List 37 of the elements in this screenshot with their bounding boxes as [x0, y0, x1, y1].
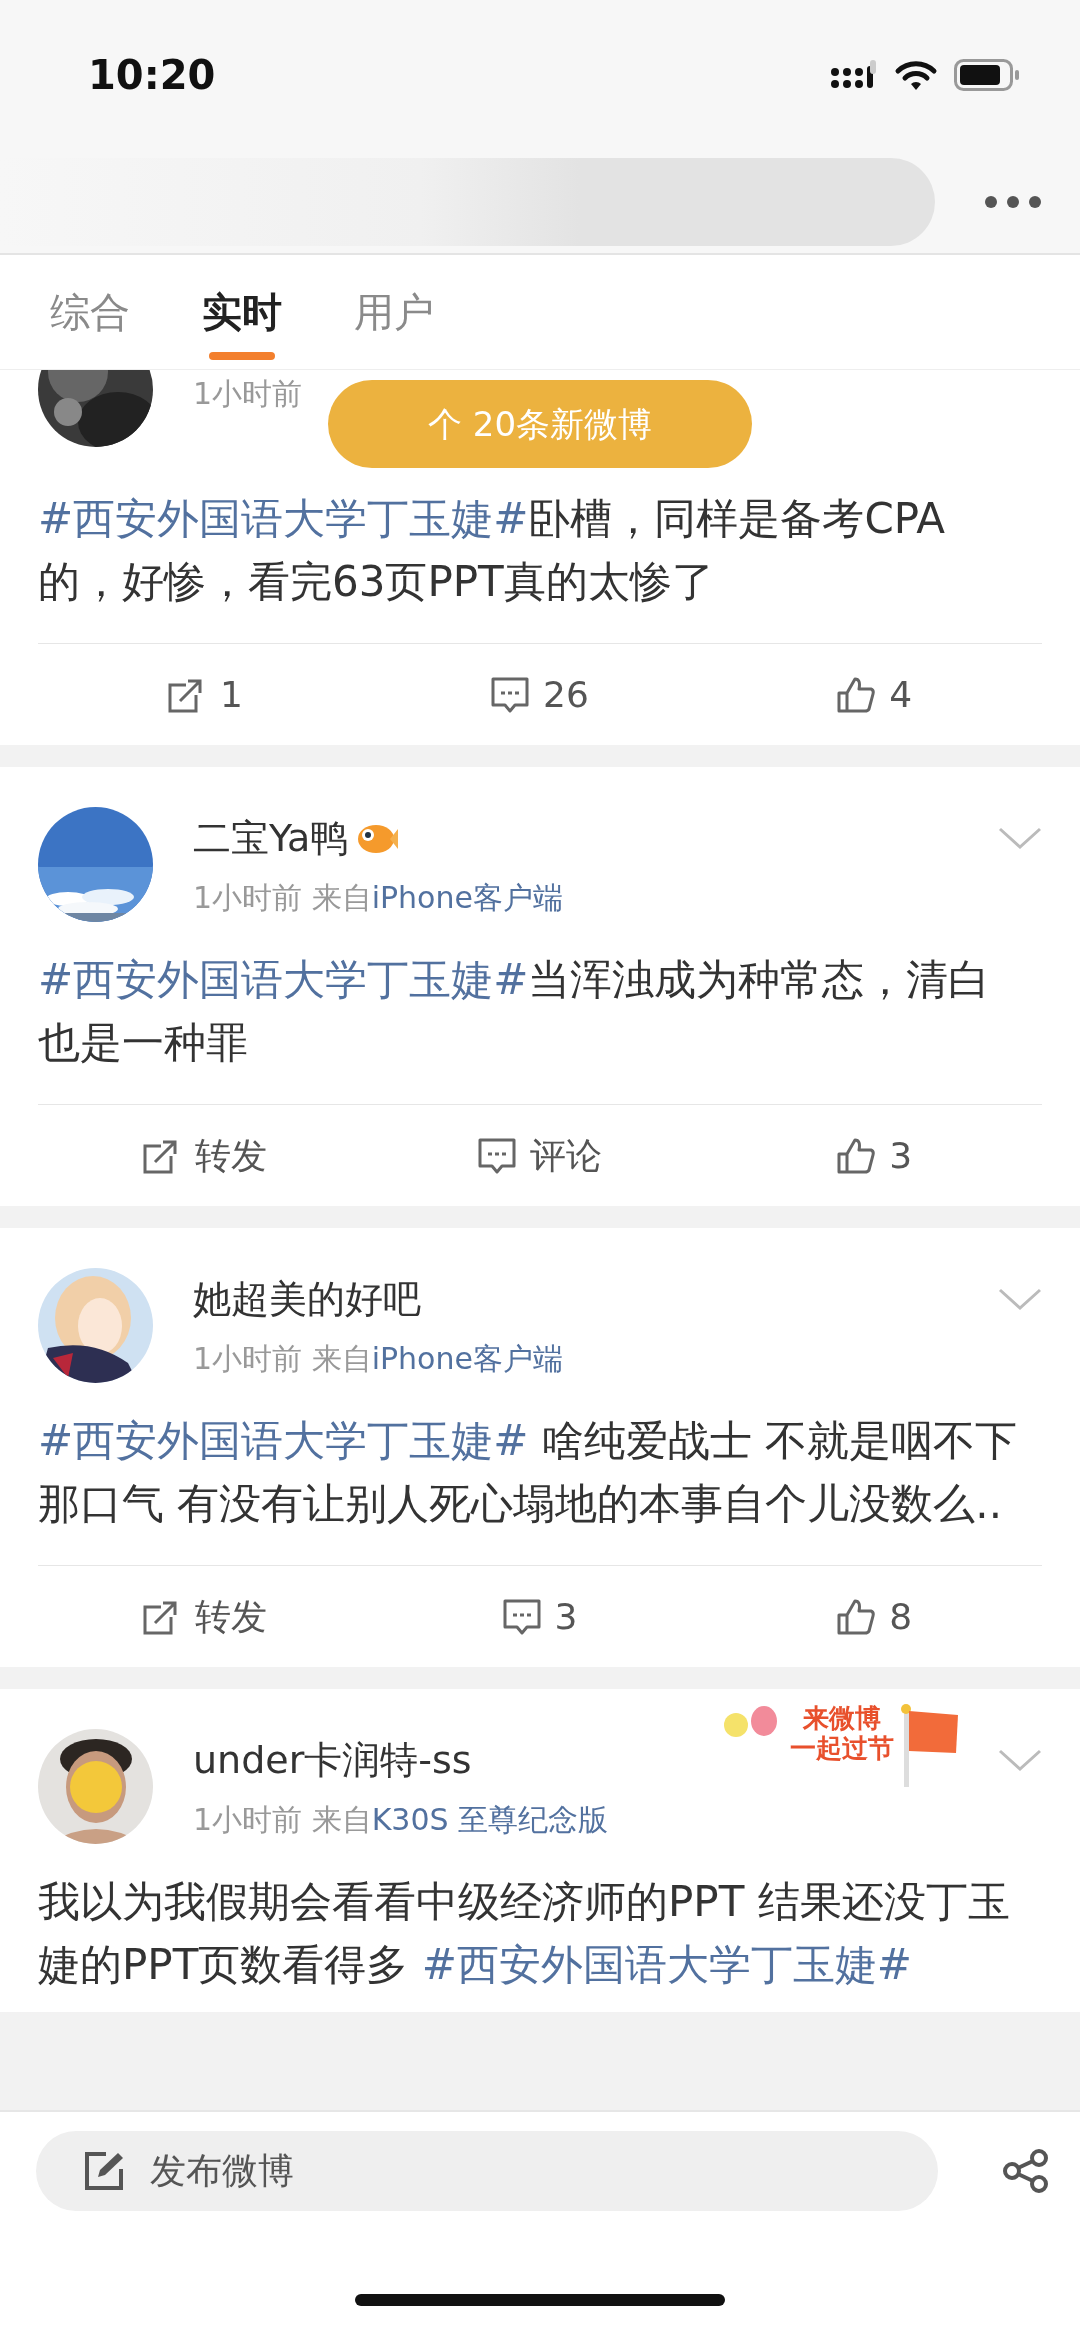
share-button[interactable]: 转发 — [38, 1105, 373, 1206]
post-meta: 1小时前 来自 K30S 至尊纪念版 — [193, 1800, 609, 1839]
thumbs-up-button[interactable]: 4 — [707, 644, 1042, 745]
user-name: 二宝Ya鸭 — [193, 814, 349, 862]
comment-icon — [478, 1137, 516, 1174]
share-button[interactable]: 转发 — [38, 1566, 373, 1667]
thumbs-up-icon — [837, 1137, 876, 1174]
compose-button[interactable]: 发布微博 — [36, 2131, 938, 2211]
sticker-text: 一起过节 — [790, 1733, 894, 1763]
comment-button[interactable]: 3 — [372, 1566, 708, 1667]
comment-button[interactable]: 评论 — [372, 1105, 708, 1206]
signal-icon — [830, 60, 878, 90]
edit-icon — [84, 2151, 124, 2191]
tab[interactable]: 实时 — [202, 254, 282, 370]
user-name: 她超美的好吧 — [193, 1275, 421, 1323]
post-meta: 1小时前 来自 iPhone客户端 — [193, 1339, 563, 1378]
comment-icon — [491, 676, 530, 713]
user-name: under卡润特-ss — [193, 1736, 472, 1784]
thumbs-up-icon — [837, 1598, 876, 1635]
wifi-icon — [894, 59, 938, 91]
more-icon — [984, 195, 1042, 209]
share-nodes-icon[interactable] — [1002, 2149, 1050, 2193]
post-text: #西安外国语大学丁玉婕#卧槽，同样是备考CPA的，好惨，看完63页PPT真的太惨了 — [38, 493, 947, 608]
comment-icon — [502, 1598, 541, 1635]
share-button[interactable]: 1 — [38, 644, 373, 745]
thumbs-up-icon — [837, 676, 876, 713]
post-text: #西安外国语大学丁玉婕# 啥纯爱战士 不就是咽不下那口气 有没有让别人死心塌地的本事自个儿没数么.. — [38, 1415, 1019, 1530]
thumbs-up-button[interactable]: 3 — [707, 1105, 1042, 1206]
battery-icon — [954, 59, 1020, 91]
sticker-text: 来微博 — [802, 1703, 882, 1733]
thumbs-up-button[interactable]: 8 — [707, 1566, 1042, 1667]
post-text: #西安外国语大学丁玉婕#当浑浊成为种常态，清白也是一种罪 — [38, 954, 992, 1069]
post-meta: 1小时前 来自 iPhone客户端 — [193, 878, 563, 917]
status-time: 10:20 — [88, 51, 216, 100]
comment-button[interactable]: 26 — [372, 644, 708, 745]
post-text: 我以为我假期会看看中级经济师的PPT 结果还没丁玉婕的PPT页数看得多 #西安外国语大学丁玉婕# — [38, 1876, 1011, 1991]
post-meta: 1小时前 — [193, 375, 303, 413]
